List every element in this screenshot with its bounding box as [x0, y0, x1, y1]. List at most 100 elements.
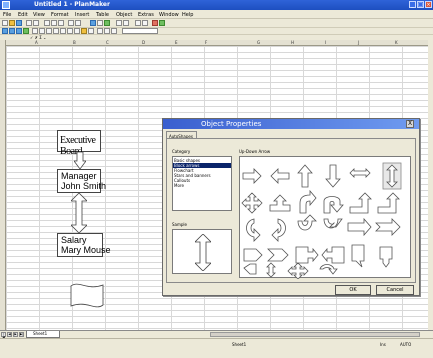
circular-arrow-icon [319, 264, 338, 275]
column-header-f[interactable]: F [205, 40, 207, 45]
menu-window[interactable]: Window [159, 12, 179, 18]
column-header-i[interactable]: I [325, 40, 326, 45]
sum-icon[interactable] [123, 20, 129, 26]
ellipse-tool-icon[interactable] [67, 28, 73, 34]
left-right-callout-icon [243, 263, 257, 275]
new-icon[interactable] [2, 20, 8, 26]
object-icon[interactable] [159, 20, 165, 26]
column-header-g[interactable]: G [257, 40, 260, 45]
redo-icon[interactable] [75, 20, 81, 26]
cut-icon[interactable] [44, 20, 50, 26]
curved-left-arrow-icon [271, 218, 286, 242]
curve-tool-icon[interactable] [46, 28, 52, 34]
status-mode: Ins [380, 342, 386, 347]
column-header-a[interactable]: A [35, 40, 38, 45]
menu-help[interactable]: Help [182, 12, 193, 18]
shape-gallery-icons [241, 162, 402, 280]
cancel-button[interactable]: Cancel [376, 285, 414, 295]
table-icon[interactable] [97, 20, 103, 26]
autoshape-tool-icon[interactable] [74, 28, 80, 34]
drawing-toolbar [0, 28, 433, 35]
zoom-icon[interactable] [142, 20, 148, 26]
print-preview-icon[interactable] [33, 20, 39, 26]
chart-icon[interactable] [90, 20, 96, 26]
sheet-tab-1[interactable]: Sheet1 [26, 331, 60, 338]
quad-arrow-icon [241, 192, 263, 214]
horizontal-scrollbar[interactable] [210, 332, 420, 337]
chart-tool-icon[interactable] [23, 28, 29, 34]
column-header-d[interactable]: D [142, 40, 145, 45]
textframe-tool-icon[interactable] [81, 28, 87, 34]
pentagon-arrow-icon [243, 248, 263, 262]
next-sheet-icon[interactable]: ▶ [13, 332, 18, 337]
window-title: Untitled 1 - PlanMaker [34, 1, 110, 8]
shape-group-label: Up-Down Arrow [239, 149, 271, 154]
open-icon[interactable] [9, 20, 15, 26]
menu-extras[interactable]: Extras [138, 12, 154, 18]
print-icon[interactable] [26, 20, 32, 26]
category-list[interactable]: Basic shapes Block arrows Flowchart Star… [172, 156, 232, 211]
ok-button[interactable]: OK [335, 285, 371, 295]
freehand-tool-icon[interactable] [53, 28, 59, 34]
menu-object[interactable]: Object [116, 12, 132, 18]
salary-box[interactable]: Salary Mary Mouse [57, 233, 111, 257]
column-header-b[interactable]: B [73, 40, 76, 45]
close-icon[interactable]: × [425, 1, 432, 8]
column-header-c[interactable]: C [106, 40, 109, 45]
sheet-tab-bar: |◀ ◀ ▶ ▶| Sheet1 [0, 330, 433, 339]
frame-tool-icon[interactable] [9, 28, 15, 34]
column-header-e[interactable]: E [175, 40, 178, 45]
category-item[interactable]: More [174, 183, 184, 188]
shape-gallery[interactable] [239, 156, 411, 280]
textart-tool-icon[interactable] [88, 28, 94, 34]
right-arrow-callout-icon [295, 246, 319, 264]
menu-file[interactable]: File [3, 12, 11, 18]
picture-tool-icon[interactable] [16, 28, 22, 34]
executive-board-box[interactable]: Executive Board [57, 130, 101, 156]
fill-color-icon[interactable] [97, 28, 103, 34]
line-style-dropdown[interactable] [122, 28, 158, 34]
status-bar: Sheet1 Ins AUTO [0, 338, 433, 358]
last-sheet-icon[interactable]: ▶| [19, 332, 24, 337]
help-icon[interactable] [152, 20, 158, 26]
dialog-close-button[interactable]: X [406, 120, 414, 128]
up-arrow-callout-icon [269, 194, 291, 212]
first-sheet-icon[interactable]: |◀ [1, 332, 6, 339]
down-arrow-connector[interactable] [74, 152, 86, 170]
autofilter-icon[interactable] [116, 20, 122, 26]
copy-icon[interactable] [51, 20, 57, 26]
down-arrow-callout-icon [351, 244, 365, 268]
menu-insert[interactable]: Insert [75, 12, 89, 18]
paste-icon[interactable] [58, 20, 64, 26]
prev-sheet-icon[interactable]: ◀ [7, 332, 12, 337]
shadow-icon[interactable] [111, 28, 117, 34]
up-down-arrow-icon [195, 234, 211, 271]
sample-label: Sample [172, 222, 187, 227]
arrow-tool-icon[interactable] [39, 28, 45, 34]
line-color-icon[interactable] [104, 28, 110, 34]
save-icon[interactable] [16, 20, 22, 26]
grid-icon[interactable] [135, 20, 141, 26]
up-down-arrow-connector[interactable] [71, 193, 87, 233]
dialog-title-bar[interactable]: Object Properties X [163, 119, 419, 129]
left-arrow-callout-icon [321, 246, 345, 264]
wave-shape[interactable] [70, 282, 104, 310]
column-header-k[interactable]: K [395, 40, 398, 45]
column-header-h[interactable]: H [291, 40, 294, 45]
manager-box[interactable]: Manager John Smith [57, 169, 106, 193]
menu-view[interactable]: View [33, 12, 45, 18]
maximize-icon[interactable]: □ [417, 1, 424, 8]
left-right-arrow-icon [349, 168, 371, 178]
rectangle-tool-icon[interactable] [60, 28, 66, 34]
menu-table[interactable]: Table [96, 12, 109, 18]
column-header-j[interactable]: J [358, 40, 359, 45]
line-tool-icon[interactable] [32, 28, 38, 34]
status-sheet-name: Sheet1 [232, 342, 247, 347]
select-tool-icon[interactable] [2, 28, 8, 34]
sort-icon[interactable] [104, 20, 110, 26]
menu-edit[interactable]: Edit [18, 12, 28, 18]
minimize-icon[interactable]: _ [409, 1, 416, 8]
undo-icon[interactable] [68, 20, 74, 26]
menu-format[interactable]: Format [51, 12, 69, 18]
title-bar: Untitled 1 - PlanMaker _ □ × [0, 0, 433, 10]
